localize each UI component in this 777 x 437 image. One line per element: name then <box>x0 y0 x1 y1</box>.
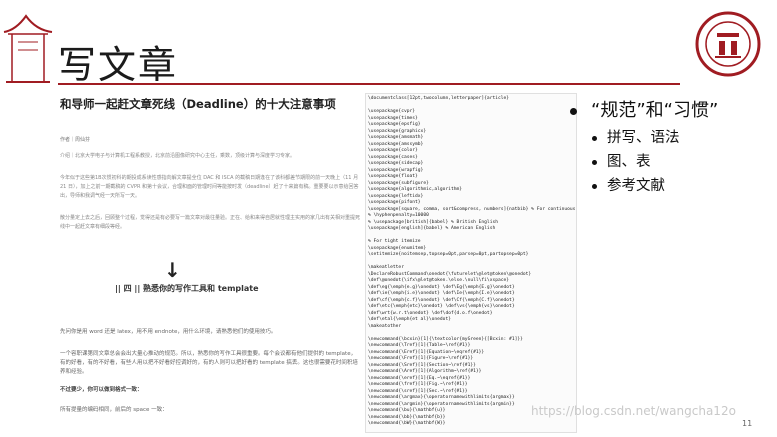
code-line: \DeclareRobustCommand\onedot{\futurelet\… <box>368 271 532 277</box>
bullet-sub: 参考文献 <box>592 174 665 195</box>
code-line: \usepackage{color} <box>368 148 418 153</box>
code-line: \usepackage{epsfig} <box>368 122 421 127</box>
article-author: 作者｜周仙芬 <box>60 137 91 143</box>
code-line: \def\etc{\emph{etc}\onedot} \def\vs{\emp… <box>368 304 515 309</box>
code-line: % \usepackage[british]{babel} % British … <box>368 219 498 225</box>
bullet-icon <box>592 135 597 141</box>
code-line: \usepackage{cases} <box>368 154 418 160</box>
code-line: \newcommand{\bW}{\mathbf{W}} <box>368 421 446 426</box>
code-line: \newcommand{\bu}{\mathbf{u}} <box>368 408 446 413</box>
header-divider <box>58 83 680 85</box>
code-line: \newcommand{\bb}{\mathbf{b}} <box>368 414 446 420</box>
bullet-sub-text: 拼写、语法 <box>607 130 680 146</box>
code-line: \usepackage{subfigure} <box>368 180 429 186</box>
code-line: \def\wrt{w.r.t\onedot} \def\dof{d.o.f\on… <box>368 310 493 316</box>
code-line: \usepackage{wrapfig} <box>368 167 424 173</box>
bullet-icon <box>592 159 597 165</box>
code-line: \newcommand{\argmax}{\operatornamewithli… <box>368 395 515 400</box>
section-heading: || 四 || 熟悉你的写作工具和 template <box>115 284 259 293</box>
article-paragraph: 不过要少，你可以做到格式一致： <box>60 387 143 393</box>
bullet-sub: 拼写、语法 <box>592 126 680 147</box>
watermark-text: https://blog.csdn.net/wangcha12o <box>531 404 736 418</box>
code-line: \usepackage{algorithmic,algorithm} <box>368 187 463 192</box>
code-line: \usepackage{graphicx} <box>368 128 427 134</box>
code-line: \usepackage{float} <box>368 174 418 179</box>
code-line: \def\etal{\emph{et al}\onedot} <box>368 317 451 322</box>
code-line: \newcommand{\Sref}[1]{Section~\ref{#1}} <box>368 362 476 368</box>
page-number: 11 <box>742 419 753 428</box>
code-line: \usepackage{pifont} <box>368 200 421 205</box>
code-line: \usepackage[square, comma, sort&compress… <box>368 206 576 212</box>
pavilion-icon <box>3 14 53 83</box>
code-line: \usepackage{amssymb} <box>368 141 424 147</box>
code-line: \newcommand{\argmin}{\operatornamewithli… <box>368 401 515 407</box>
code-line: \def\cf{\emph{c.f}\onedot} \def\Cf{\emph… <box>368 297 515 303</box>
code-line: \newcommand{\fref}[1]{Fig.~\ref{#1}} <box>368 382 468 387</box>
code-line: % \hyphenpenalty=10000 <box>368 213 429 218</box>
code-line: \newcommand{\bcxin}[1]{\textcolor{myGree… <box>368 336 523 342</box>
bullet-main-text: “规范”和“习惯” <box>591 100 719 121</box>
code-line: \usepackage{amsmath} <box>368 135 424 140</box>
code-line: \newcommand{\Fref}[1]{Figure~\ref{#1}} <box>368 356 474 361</box>
code-line: \newcommand{\Eref}[1]{Equation~\eqref{#1… <box>368 349 485 355</box>
code-line: \newcommand{\Tref}[1]{Table~\ref{#1}} <box>368 343 471 348</box>
down-arrow-icon: ↓ <box>164 258 181 282</box>
latex-code-screenshot: \documentclass[12pt,twocolumn,letterpape… <box>365 93 577 433</box>
code-line: \newcommand{\Aref}[1]{Algorithm~\ref{#1}… <box>368 369 482 374</box>
article-title: 和导师一起赶文章死线（Deadline）的十大注意事项 <box>60 97 336 111</box>
bullet-sub-text: 图、表 <box>607 154 651 170</box>
article-screenshot: 和导师一起赶文章死线（Deadline）的十大注意事项 作者｜周仙芬 介绍｜北京… <box>60 96 360 426</box>
code-line: \setitemize{noitemsep,topsep=0pt,parsep=… <box>368 252 529 257</box>
bullet-sub: 图、表 <box>592 150 651 171</box>
bullet-icon <box>570 107 577 115</box>
code-line: \documentclass[12pt,twocolumn,letterpape… <box>368 96 510 101</box>
code-line: \usepackage{times} <box>368 115 418 121</box>
code-line: \usepackage{sidecap} <box>368 161 424 166</box>
university-seal-icon <box>695 11 761 77</box>
slide-title: 写文章 <box>58 43 179 87</box>
bullet-main: “规范”和“习惯” <box>570 96 718 122</box>
code-line: \usepackage{enumitem} <box>368 245 427 251</box>
code-line: \usepackage[english]{babel} % American E… <box>368 226 496 231</box>
code-line: \def\@onedot{\ifx\@let@token.\else.\null… <box>368 278 510 283</box>
article-paragraph: 散分量定上去之后，回顾整个过程，觉得还是有必要写一篇文章对最往量验。正在、给和来… <box>60 215 361 230</box>
code-line: \newcommand{\sref}[1]{Sec.~\ref{#1}} <box>368 388 468 394</box>
article-paragraph: 一个容职课第同文章总会会出大量心推动的规范。所以，熟悉你的写作工具很重要。每个会… <box>60 351 358 375</box>
code-line: \makeatother <box>368 323 402 329</box>
code-line: \def\eg{\emph{e.g}\onedot} \def\Eg{\emph… <box>368 284 515 290</box>
bullet-sub-text: 参考文献 <box>607 178 665 194</box>
code-line: \usepackage{cvpr} <box>368 109 416 114</box>
code-line: \newcommand{\eref}[1]{Eq.~\eqref{#1}} <box>368 375 471 381</box>
article-paragraph: 所有提量的编码相同，前后的 space 一致： <box>60 407 168 413</box>
slide: 写文章 和导师一起赶文章死线（Deadline）的十大注意事项 作者｜周仙芬 介… <box>0 0 777 437</box>
code-line: \makeatletter <box>368 265 404 270</box>
bullet-icon <box>592 183 597 189</box>
code-line: \def\ie{\emph{i.e}\onedot} \def\Ie{\emph… <box>368 291 515 296</box>
article-intro: 介绍｜北京大学电子与计算机工程系教授，北京前沿图像研究中心主任，乘数，顶级计算与… <box>60 153 296 159</box>
code-line: % For tight itemize <box>368 239 421 244</box>
code-line: \usepackage{leftidx} <box>368 193 424 199</box>
article-paragraph: 先问你是用 word 还是 latex，用不用 endnote，用什么环境，请熟… <box>60 329 277 335</box>
article-paragraph: 今年似于这些第1B次惯初科的期投成系读性感指向解文章提全位 DAC 和 ISCA… <box>60 175 359 199</box>
